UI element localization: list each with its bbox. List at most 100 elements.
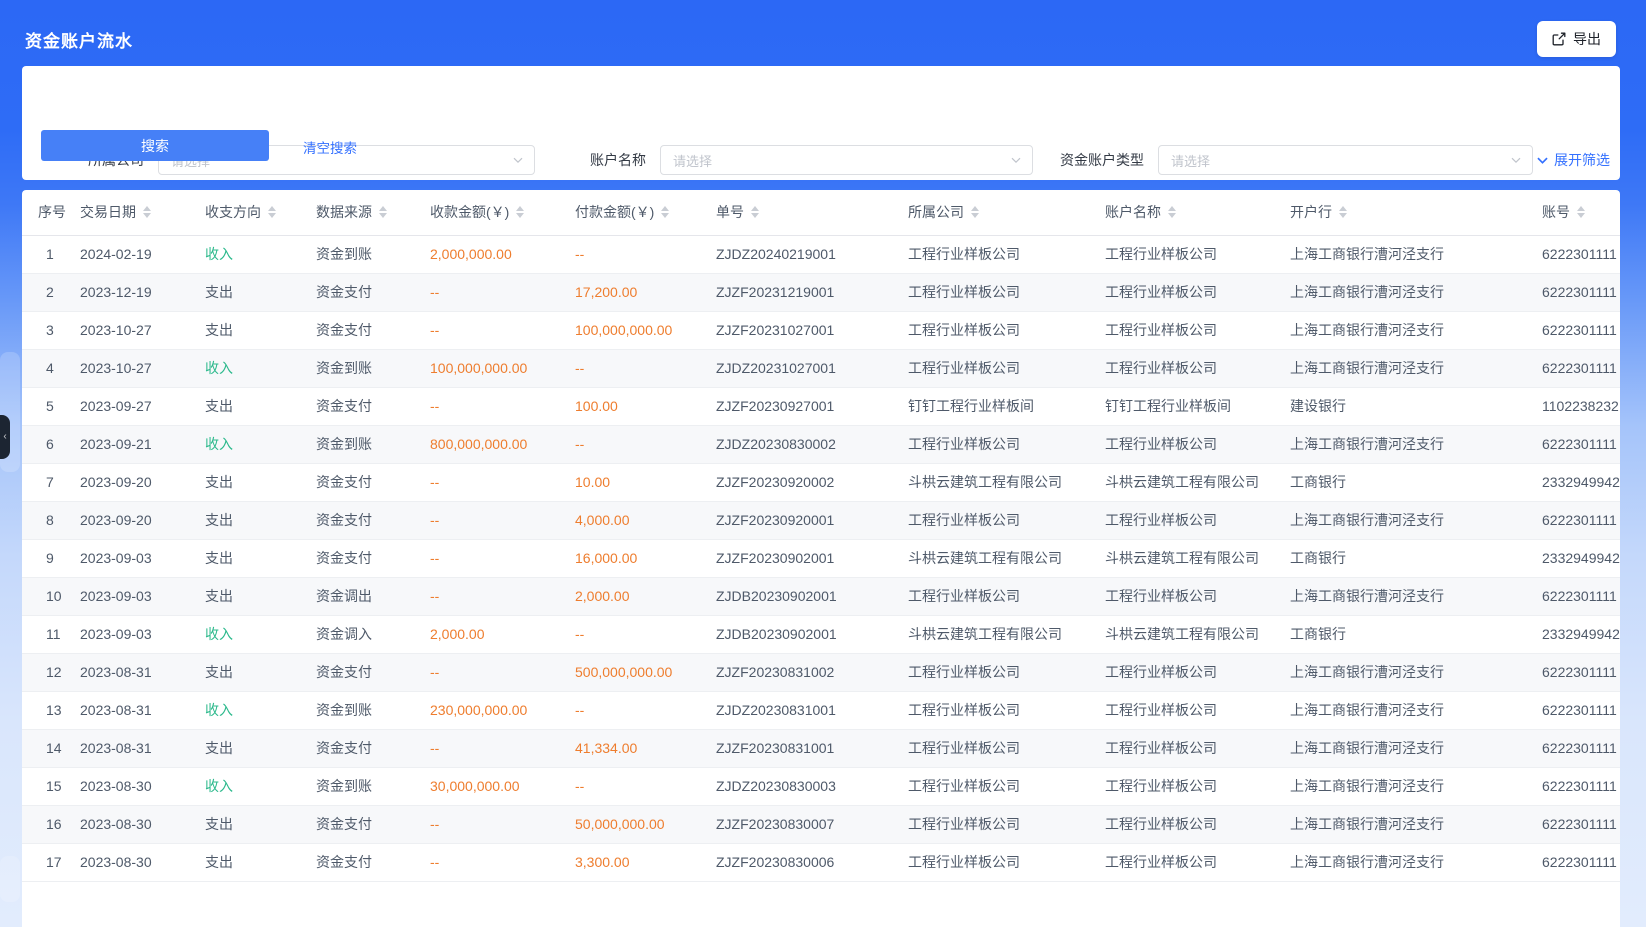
sort-icon[interactable] [751, 206, 759, 218]
account-type-select[interactable]: 请选择 [1158, 145, 1533, 175]
cell-bank: 上海工商银行漕河泾支行 [1290, 691, 1542, 729]
column-header-account_no[interactable]: 账号 [1542, 190, 1620, 235]
cell-order: ZJZF20230831001 [716, 729, 908, 767]
cell-direction: 收入 [205, 615, 316, 653]
table-row: 42023-10-27收入资金到账100,000,000.00--ZJDZ202… [22, 349, 1620, 387]
cell-source: 资金到账 [316, 767, 430, 805]
table-row: 162023-08-30支出资金支付--50,000,000.00ZJZF202… [22, 805, 1620, 843]
clear-search-link[interactable]: 清空搜索 [303, 137, 357, 157]
cell-income: 230,000,000.00 [430, 691, 575, 729]
cell-account_name: 工程行业样板公司 [1105, 805, 1290, 843]
side-drawer-handle[interactable]: ‹ [0, 415, 10, 459]
chevron-down-icon [1010, 154, 1022, 166]
sort-icon[interactable] [268, 206, 276, 218]
cell-income: -- [430, 501, 575, 539]
table-header-row: 序号交易日期收支方向数据来源收款金额(￥)付款金额(￥)单号所属公司账户名称开户… [22, 190, 1620, 235]
account-name-select-placeholder: 请选择 [673, 151, 712, 170]
cell-direction: 支出 [205, 273, 316, 311]
cell-source: 资金到账 [316, 425, 430, 463]
cell-date: 2023-09-20 [80, 501, 205, 539]
cell-date: 2023-10-27 [80, 311, 205, 349]
cell-income: 2,000,000.00 [430, 235, 575, 273]
cell-income: 2,000.00 [430, 615, 575, 653]
cell-payment: -- [575, 767, 716, 805]
sort-icon[interactable] [1168, 206, 1176, 218]
cell-direction: 收入 [205, 767, 316, 805]
cell-direction: 支出 [205, 653, 316, 691]
sort-icon[interactable] [661, 206, 669, 218]
sort-icon[interactable] [1339, 206, 1347, 218]
column-header-label: 付款金额(￥) [575, 202, 654, 222]
cell-source: 资金支付 [316, 653, 430, 691]
cell-direction: 收入 [205, 235, 316, 273]
column-header-direction[interactable]: 收支方向 [205, 190, 316, 235]
search-button[interactable]: 搜索 [41, 130, 269, 161]
cell-account_no: 6222301111 [1542, 729, 1620, 767]
cell-account_no: 6222301111 [1542, 273, 1620, 311]
column-header-account_name[interactable]: 账户名称 [1105, 190, 1290, 235]
cell-order: ZJDB20230902001 [716, 577, 908, 615]
cell-source: 资金支付 [316, 311, 430, 349]
cell-income: 800,000,000.00 [430, 425, 575, 463]
table-row: 102023-09-03支出资金调出--2,000.00ZJDB20230902… [22, 577, 1620, 615]
cell-no: 3 [22, 311, 80, 349]
column-header-order[interactable]: 单号 [716, 190, 908, 235]
cell-direction: 支出 [205, 311, 316, 349]
cell-direction: 支出 [205, 729, 316, 767]
sort-icon[interactable] [1577, 206, 1585, 218]
cell-income: -- [430, 387, 575, 425]
cell-no: 7 [22, 463, 80, 501]
column-header-payment[interactable]: 付款金额(￥) [575, 190, 716, 235]
cell-company: 工程行业样板公司 [908, 805, 1105, 843]
cell-account_no: 6222301111 [1542, 425, 1620, 463]
cell-date: 2023-09-27 [80, 387, 205, 425]
cell-bank: 上海工商银行漕河泾支行 [1290, 729, 1542, 767]
cell-no: 1 [22, 235, 80, 273]
cell-source: 资金支付 [316, 843, 430, 881]
cell-account_no: 6222301111 [1542, 501, 1620, 539]
table-row: 172023-08-30支出资金支付--3,300.00ZJZF20230830… [22, 843, 1620, 881]
column-header-bank[interactable]: 开户行 [1290, 190, 1542, 235]
cell-account_name: 斗栱云建筑工程有限公司 [1105, 539, 1290, 577]
cell-bank: 上海工商银行漕河泾支行 [1290, 577, 1542, 615]
cell-payment: -- [575, 615, 716, 653]
sort-icon[interactable] [379, 206, 387, 218]
expand-filters-link[interactable]: 展开筛选 [1536, 145, 1610, 175]
cell-source: 资金调出 [316, 577, 430, 615]
cell-account_name: 钉钉工程行业样板间 [1105, 387, 1290, 425]
cell-payment: 100.00 [575, 387, 716, 425]
cell-bank: 上海工商银行漕河泾支行 [1290, 273, 1542, 311]
sort-icon[interactable] [143, 206, 151, 218]
column-header-label: 收款金额(￥) [430, 202, 509, 222]
cell-order: ZJDZ20240219001 [716, 235, 908, 273]
column-header-date[interactable]: 交易日期 [80, 190, 205, 235]
cell-payment: 50,000,000.00 [575, 805, 716, 843]
column-header-label: 所属公司 [908, 202, 964, 222]
column-header-source[interactable]: 数据来源 [316, 190, 430, 235]
cell-direction: 支出 [205, 805, 316, 843]
table-row: 62023-09-21收入资金到账800,000,000.00--ZJDZ202… [22, 425, 1620, 463]
cell-company: 斗栱云建筑工程有限公司 [908, 463, 1105, 501]
cell-direction: 支出 [205, 387, 316, 425]
cell-payment: 10.00 [575, 463, 716, 501]
account-name-select[interactable]: 请选择 [660, 145, 1033, 175]
sort-icon[interactable] [516, 206, 524, 218]
cell-bank: 上海工商银行漕河泾支行 [1290, 349, 1542, 387]
column-header-income[interactable]: 收款金额(￥) [430, 190, 575, 235]
cell-income: -- [430, 539, 575, 577]
cell-account_name: 工程行业样板公司 [1105, 767, 1290, 805]
chevron-down-icon [1536, 154, 1549, 167]
column-header-company[interactable]: 所属公司 [908, 190, 1105, 235]
cell-account_no: 6222301111 [1542, 843, 1620, 881]
account-type-select-placeholder: 请选择 [1171, 151, 1210, 170]
cell-account_no: 6222301111 [1542, 349, 1620, 387]
cell-bank: 上海工商银行漕河泾支行 [1290, 653, 1542, 691]
cell-bank: 建设银行 [1290, 387, 1542, 425]
cell-payment: 500,000,000.00 [575, 653, 716, 691]
cell-no: 10 [22, 577, 80, 615]
cell-bank: 上海工商银行漕河泾支行 [1290, 311, 1542, 349]
sort-icon[interactable] [971, 206, 979, 218]
cell-order: ZJDZ20231027001 [716, 349, 908, 387]
cell-no: 6 [22, 425, 80, 463]
export-button[interactable]: 导出 [1537, 21, 1616, 57]
